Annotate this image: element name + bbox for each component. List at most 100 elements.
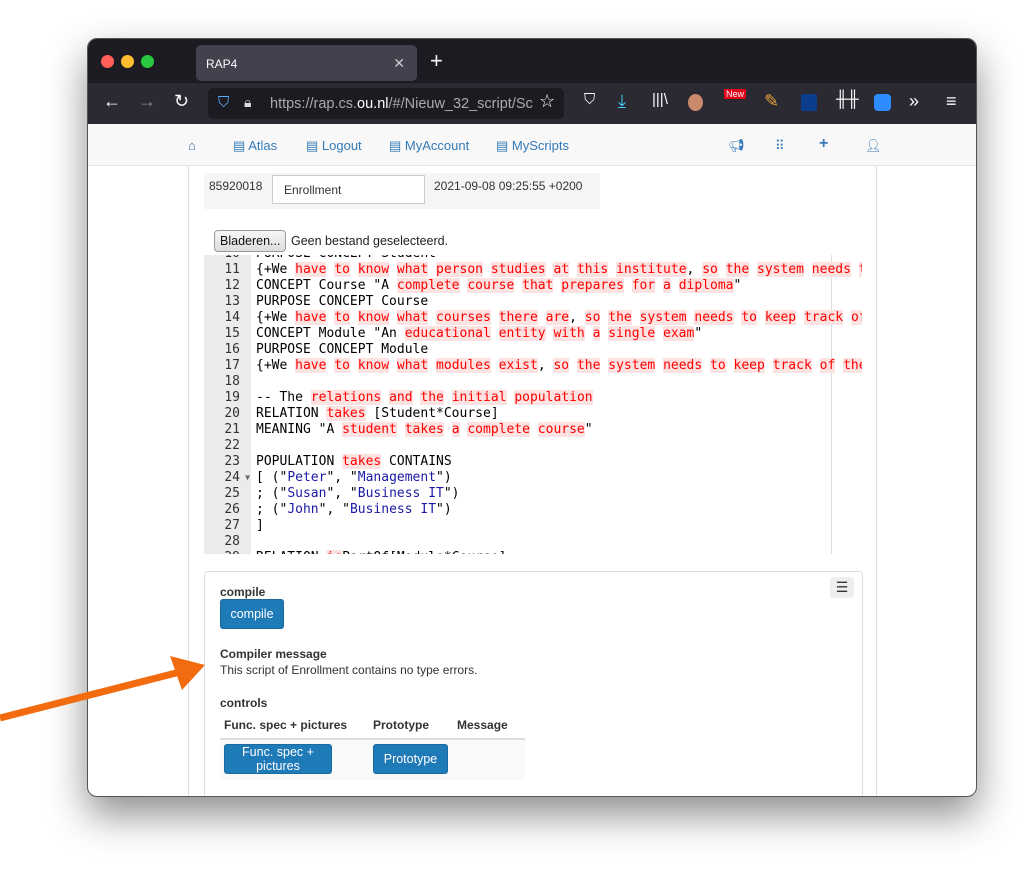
brush-extension-icon[interactable]: ✎ [764, 91, 779, 112]
script-name-input[interactable] [272, 175, 425, 204]
funcspec-button[interactable]: Func. spec + pictures [224, 744, 332, 774]
line-code: CONCEPT Module "An educational entity wi… [244, 326, 702, 342]
reload-icon[interactable]: ↻ [174, 91, 189, 112]
line-code: ] [244, 518, 264, 534]
code-token: PURPOSE CONCEPT Module [256, 342, 429, 357]
error-token: complete [396, 278, 460, 293]
error-token: track [772, 358, 812, 373]
code-line: 24 ▼[ ("Peter", "Management") [204, 470, 862, 486]
error-token: course [467, 278, 515, 293]
code-editor[interactable]: 10 PURPOSE CONCEPT Student 11 {+We have to … [204, 255, 862, 554]
shield-icon: ⛉ [218, 94, 230, 111]
code-line: 15 CONCEPT Module "An educational entity … [204, 326, 862, 342]
code-token: " [733, 278, 742, 293]
browse-file-button[interactable]: Bladeren... [214, 230, 287, 252]
error-token: for [631, 278, 656, 293]
error-token: prepares [561, 278, 624, 293]
error-token: entity [498, 326, 546, 341]
error-token: to [334, 262, 350, 277]
error-token: this [576, 262, 609, 277]
url-prefix: https://rap.cs. [270, 96, 358, 112]
megaphone-icon[interactable]: 📢︎ [728, 138, 745, 154]
forward-icon[interactable]: → [138, 91, 156, 112]
file-status: Geen bestand geselecteerd. [291, 234, 449, 248]
maximize-window-button[interactable] [141, 55, 154, 68]
line-number: 29 [204, 550, 244, 554]
overflow-menu-icon[interactable]: » [909, 91, 919, 112]
line-number: 26 [224, 502, 240, 517]
error-token: courses [436, 310, 491, 325]
url-bar[interactable]: ⛉ 🔒︎ https://rap.cs.ou.nl/#/Nieuw_32_scr… [208, 88, 564, 119]
string-token: John [287, 502, 319, 517]
nav-atlas[interactable]: ▤ Atlas [233, 138, 277, 154]
chart-extension-icon[interactable] [801, 94, 817, 111]
error-token: keep [764, 310, 797, 325]
profile-extension-icon[interactable] [688, 94, 703, 111]
error-token: a [592, 326, 601, 341]
line-code: {+We have to know what courses there are… [244, 310, 862, 326]
code-token: ", " [326, 486, 358, 501]
compile-button[interactable]: compile [220, 599, 284, 629]
code-line: 13 PURPOSE CONCEPT Course [204, 294, 862, 310]
error-token: keep [733, 358, 765, 373]
bookmark-star-icon[interactable]: ☆ [539, 91, 555, 112]
code-line: 26 ; ("John", "Business IT") [204, 502, 862, 518]
lock-icon: 🔒︎ [244, 94, 252, 110]
error-token: so [553, 358, 570, 373]
pocket-icon[interactable]: ⛉ [584, 91, 595, 108]
hamburger-menu-icon[interactable]: ≡ [946, 91, 957, 112]
browser-toolbar: ← → ↻ ⛉ 🔒︎ https://rap.cs.ou.nl/#/Nieuw_… [88, 83, 976, 124]
url-path: /#/Nieuw_32_script/Sc [388, 96, 533, 112]
line-code: PURPOSE CONCEPT Module [244, 342, 428, 358]
code-token: {+We [256, 358, 296, 373]
line-number: 11 [224, 262, 240, 277]
code-token: " [584, 422, 593, 437]
error-token: what [396, 310, 429, 325]
error-token: to [858, 262, 862, 277]
new-badge[interactable]: New [724, 89, 747, 99]
error-token: of [819, 358, 836, 373]
back-icon[interactable]: ← [103, 91, 121, 112]
app-navbar: ⌂ ▤ Atlas ▤ Logout ▤ MyAccount ▤ MyScrip… [88, 124, 976, 166]
close-tab-icon[interactable]: ✕ [393, 55, 405, 72]
download-icon[interactable]: ⤓ [618, 91, 626, 112]
minimize-window-button[interactable] [121, 55, 134, 68]
home-icon[interactable]: ⌂ [188, 138, 196, 153]
error-token: is [326, 550, 343, 554]
error-token: what [396, 358, 429, 373]
close-window-button[interactable] [101, 55, 114, 68]
fold-icon[interactable]: ▼ [245, 470, 250, 486]
nav-label: MyAccount [404, 138, 470, 153]
library-icon[interactable]: |||\ [652, 91, 668, 108]
browser-window: RAP4 ✕ + ← → ↻ ⛉ 🔒︎ https://rap.cs.ou.nl… [87, 38, 977, 797]
panel-menu-button[interactable]: ☰ [830, 577, 854, 598]
list-icon: ▤ [389, 138, 405, 153]
line-number: 27 [224, 518, 240, 533]
error-token: the [725, 262, 750, 277]
line-code: {+We have to know what person studies at… [244, 262, 862, 278]
script-info-row: 85920018 2021-09-08 09:25:55 +0200 [204, 173, 600, 209]
prototype-button[interactable]: Prototype [373, 744, 448, 774]
line-code: ; ("John", "Business IT") [244, 502, 452, 518]
error-token: exam [663, 326, 695, 341]
error-token: know [357, 358, 390, 373]
fence-extension-icon[interactable]: ╫╫ [836, 91, 859, 109]
list-icon: ▤ [306, 138, 322, 153]
zoom-extension-icon[interactable] [874, 94, 891, 111]
grid-icon[interactable]: ⠿ [775, 138, 785, 154]
tab-rap4[interactable]: RAP4 ✕ [196, 45, 417, 81]
error-token: have [295, 310, 327, 325]
line-number: 18 [224, 374, 240, 389]
error-token: diploma [678, 278, 734, 293]
nav-logout[interactable]: ▤ Logout [306, 138, 362, 154]
nav-myscripts[interactable]: ▤ MyScripts [496, 138, 569, 154]
user-icon[interactable]: 👤︎ [865, 138, 882, 154]
code-token: CONCEPT Course "A [256, 278, 397, 293]
line-number: 22 [224, 438, 240, 453]
code-token: ; (" [256, 502, 288, 517]
new-tab-icon[interactable]: + [430, 48, 443, 74]
error-token: what [396, 262, 429, 277]
plus-icon[interactable]: + [819, 135, 828, 153]
nav-myaccount[interactable]: ▤ MyAccount [389, 138, 469, 154]
